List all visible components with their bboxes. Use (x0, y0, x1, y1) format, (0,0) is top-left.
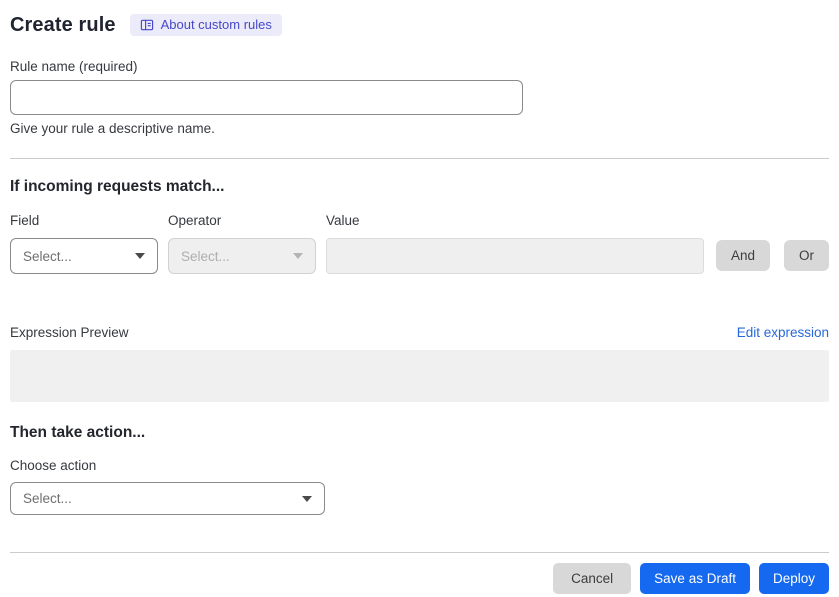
condition-row: Field Select... Operator Select... Value… (10, 212, 829, 274)
field-column: Field Select... (10, 212, 158, 274)
match-section-heading: If incoming requests match... (10, 178, 225, 195)
footer-divider (10, 552, 829, 553)
operator-select-placeholder: Select... (181, 248, 230, 264)
field-label: Field (10, 213, 40, 228)
field-select-placeholder: Select... (23, 248, 72, 264)
edit-expression-link[interactable]: Edit expression (737, 325, 829, 340)
footer-actions: Cancel Save as Draft Deploy (10, 563, 829, 594)
and-button[interactable]: And (715, 240, 770, 271)
rule-name-input[interactable] (10, 80, 523, 115)
page-title: Create rule (10, 14, 116, 36)
value-column: Value (326, 212, 704, 274)
expression-preview-box (10, 350, 829, 402)
page-header: Create rule About custom rules (10, 12, 829, 38)
action-section-heading: Then take action... (10, 424, 146, 441)
operator-select: Select... (168, 238, 316, 274)
value-input (326, 238, 704, 274)
chevron-down-icon (293, 253, 303, 259)
chevron-down-icon (302, 495, 312, 502)
or-button[interactable]: Or (784, 240, 829, 271)
chevron-down-icon (135, 253, 145, 259)
about-custom-rules-link[interactable]: About custom rules (129, 14, 282, 36)
save-as-draft-button[interactable]: Save as Draft (640, 563, 750, 594)
rule-name-group: Rule name (required) Give your rule a de… (10, 58, 829, 137)
expression-preview-header: Expression Preview Edit expression (10, 324, 829, 341)
choose-action-placeholder: Select... (23, 491, 72, 506)
choose-action-select[interactable]: Select... (10, 482, 325, 515)
about-custom-rules-label: About custom rules (160, 17, 272, 32)
choose-action-label: Choose action (10, 458, 97, 473)
deploy-button[interactable]: Deploy (758, 563, 829, 594)
expression-preview-label: Expression Preview (10, 325, 129, 340)
operator-label: Operator (168, 213, 222, 228)
create-rule-page: Create rule About custom rules Rule name… (0, 0, 839, 597)
cancel-button[interactable]: Cancel (553, 563, 632, 594)
docs-book-icon (140, 18, 154, 32)
rule-name-label: Rule name (required) (10, 59, 138, 74)
value-label: Value (326, 213, 360, 228)
operator-column: Operator Select... (168, 212, 316, 274)
field-select[interactable]: Select... (10, 238, 158, 274)
section-divider (10, 158, 829, 159)
rule-name-helper: Give your rule a descriptive name. (10, 121, 215, 136)
